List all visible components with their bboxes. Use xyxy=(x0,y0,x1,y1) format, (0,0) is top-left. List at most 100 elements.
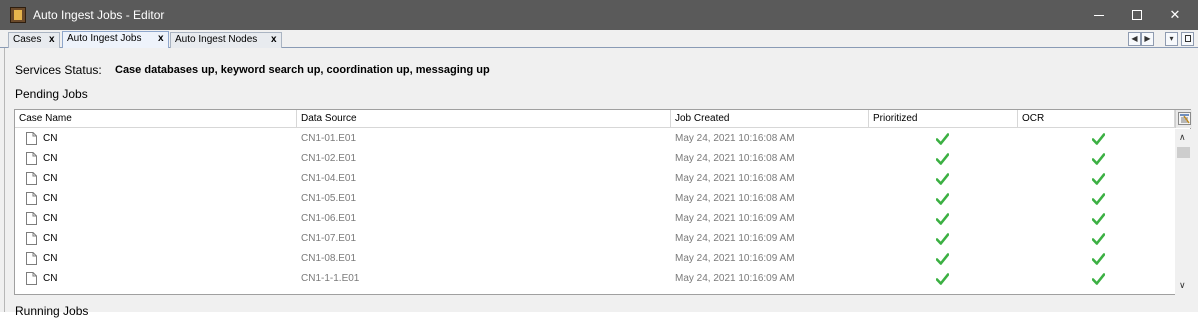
services-status-label: Services Status: xyxy=(15,63,102,77)
document-icon xyxy=(26,192,37,205)
table-body: CN CN1-01.E01 May 24, 2021 10:16:08 AM CN CN… xyxy=(15,129,1175,295)
title-bar: Auto Ingest Jobs - Editor ✕ xyxy=(0,0,1198,30)
case-name-cell: CN xyxy=(43,273,58,284)
services-status-value: Case databases up, keyword search up, co… xyxy=(115,64,490,76)
document-icon xyxy=(26,152,37,165)
case-name-cell: CN xyxy=(43,133,58,144)
prioritized-checkmark-icon xyxy=(936,213,949,225)
case-name-cell: CN xyxy=(43,173,58,184)
tab-close-icon[interactable]: x xyxy=(271,33,277,47)
app-window: Auto Ingest Jobs - Editor ✕ Cases x Auto… xyxy=(0,0,1198,318)
prioritized-checkmark-icon xyxy=(936,173,949,185)
document-icon xyxy=(26,272,37,285)
column-picker-button[interactable] xyxy=(1175,110,1192,128)
window-title: Auto Ingest Jobs - Editor xyxy=(33,8,165,22)
maximize-document-button[interactable] xyxy=(1181,32,1194,46)
document-icon xyxy=(26,172,37,185)
ocr-checkmark-icon xyxy=(1092,233,1105,245)
column-header-data-source[interactable]: Data Source xyxy=(297,110,671,128)
data-source-cell: CN1-1-1.E01 xyxy=(301,273,360,284)
scroll-down-icon[interactable]: ∨ xyxy=(1179,280,1186,291)
app-icon xyxy=(10,7,26,23)
data-source-cell: CN1-06.E01 xyxy=(301,213,357,224)
table-row[interactable]: CN CN1-04.E01 May 24, 2021 10:16:08 AM xyxy=(15,169,1175,189)
case-name-cell: CN xyxy=(43,233,58,244)
column-picker-icon xyxy=(1178,112,1191,125)
tab-scroll-right-button[interactable]: ▶ xyxy=(1141,32,1154,46)
close-button[interactable]: ✕ xyxy=(1156,0,1194,30)
scrollbar-thumb[interactable] xyxy=(1177,147,1190,158)
column-header-job-created[interactable]: Job Created xyxy=(671,110,869,128)
table-row[interactable]: CN CN1-07.E01 May 24, 2021 10:16:09 AM xyxy=(15,229,1175,249)
table-header: Case Name Data Source Job Created Priori… xyxy=(15,110,1192,128)
data-source-cell: CN1-04.E01 xyxy=(301,173,357,184)
pending-jobs-title: Pending Jobs xyxy=(15,87,88,101)
tab-close-icon[interactable]: x xyxy=(158,32,164,46)
job-created-cell: May 24, 2021 10:16:08 AM xyxy=(675,153,795,164)
scroll-up-icon[interactable]: ∧ xyxy=(1179,132,1186,143)
job-created-cell: May 24, 2021 10:16:08 AM xyxy=(675,173,795,184)
minimize-icon xyxy=(1094,15,1104,16)
job-created-cell: May 24, 2021 10:16:09 AM xyxy=(675,273,795,284)
column-header-case-name[interactable]: Case Name xyxy=(15,110,297,128)
vertical-scrollbar[interactable]: ∧ ∨ xyxy=(1175,129,1192,295)
tab-auto-ingest-nodes[interactable]: Auto Ingest Nodes x xyxy=(170,32,282,48)
job-created-cell: May 24, 2021 10:16:09 AM xyxy=(675,253,795,264)
tab-label: Cases xyxy=(13,34,42,45)
tab-list-button[interactable]: ▾ xyxy=(1165,32,1178,46)
prioritized-checkmark-icon xyxy=(936,273,949,285)
case-name-cell: CN xyxy=(43,153,58,164)
tab-scroll-left-button[interactable]: ◀ xyxy=(1128,32,1141,46)
prioritized-checkmark-icon xyxy=(936,253,949,265)
column-header-ocr[interactable]: OCR xyxy=(1018,110,1175,128)
ocr-checkmark-icon xyxy=(1092,273,1105,285)
data-source-cell: CN1-02.E01 xyxy=(301,153,357,164)
maximize-button[interactable] xyxy=(1118,0,1156,30)
ocr-checkmark-icon xyxy=(1092,133,1105,145)
column-header-prioritized[interactable]: Prioritized xyxy=(869,110,1018,128)
table-row[interactable]: CN CN1-1-1.E01 May 24, 2021 10:16:09 AM xyxy=(15,269,1175,289)
data-source-cell: CN1-07.E01 xyxy=(301,233,357,244)
table-row[interactable]: CN CN1-06.E01 May 24, 2021 10:16:09 AM xyxy=(15,209,1175,229)
running-jobs-title: Running Jobs xyxy=(15,304,89,318)
arrow-left-icon: ◀ xyxy=(1131,34,1138,43)
tab-bar: Cases x Auto Ingest Jobs x Auto Ingest N… xyxy=(0,30,1198,48)
job-created-cell: May 24, 2021 10:16:09 AM xyxy=(675,213,795,224)
job-created-cell: May 24, 2021 10:16:08 AM xyxy=(675,133,795,144)
table-row[interactable]: CN CN1-02.E01 May 24, 2021 10:16:08 AM xyxy=(15,149,1175,169)
pending-jobs-table[interactable]: Case Name Data Source Job Created Priori… xyxy=(14,109,1192,295)
arrow-right-icon: ▶ xyxy=(1144,34,1151,43)
prioritized-checkmark-icon xyxy=(936,193,949,205)
tab-auto-ingest-jobs[interactable]: Auto Ingest Jobs x xyxy=(62,31,169,48)
tab-cases[interactable]: Cases x xyxy=(8,32,60,48)
case-name-cell: CN xyxy=(43,253,58,264)
job-created-cell: May 24, 2021 10:16:08 AM xyxy=(675,193,795,204)
ocr-checkmark-icon xyxy=(1092,173,1105,185)
ocr-checkmark-icon xyxy=(1092,253,1105,265)
document-icon xyxy=(26,232,37,245)
document-icon xyxy=(26,252,37,265)
editor-content: Services Status: Case databases up, keyw… xyxy=(4,48,1194,318)
data-source-cell: CN1-05.E01 xyxy=(301,193,357,204)
job-created-cell: May 24, 2021 10:16:09 AM xyxy=(675,233,795,244)
case-name-cell: CN xyxy=(43,213,58,224)
close-icon: ✕ xyxy=(1169,7,1181,22)
data-source-cell: CN1-08.E01 xyxy=(301,253,357,264)
minimize-button[interactable] xyxy=(1080,0,1118,30)
chevron-down-icon: ▾ xyxy=(1169,34,1174,43)
prioritized-checkmark-icon xyxy=(936,233,949,245)
table-row[interactable]: CN CN1-01.E01 May 24, 2021 10:16:08 AM xyxy=(15,129,1175,149)
prioritized-checkmark-icon xyxy=(936,153,949,165)
document-icon xyxy=(26,212,37,225)
prioritized-checkmark-icon xyxy=(936,133,949,145)
table-row[interactable]: CN CN1-08.E01 May 24, 2021 10:16:09 AM xyxy=(15,249,1175,269)
maximize-window-icon xyxy=(1185,35,1191,42)
data-source-cell: CN1-01.E01 xyxy=(301,133,357,144)
tab-close-icon[interactable]: x xyxy=(49,33,55,47)
ocr-checkmark-icon xyxy=(1092,153,1105,165)
ocr-checkmark-icon xyxy=(1092,193,1105,205)
ocr-checkmark-icon xyxy=(1092,213,1105,225)
case-name-cell: CN xyxy=(43,193,58,204)
table-row[interactable]: CN CN1-05.E01 May 24, 2021 10:16:08 AM xyxy=(15,189,1175,209)
maximize-icon xyxy=(1132,10,1142,20)
